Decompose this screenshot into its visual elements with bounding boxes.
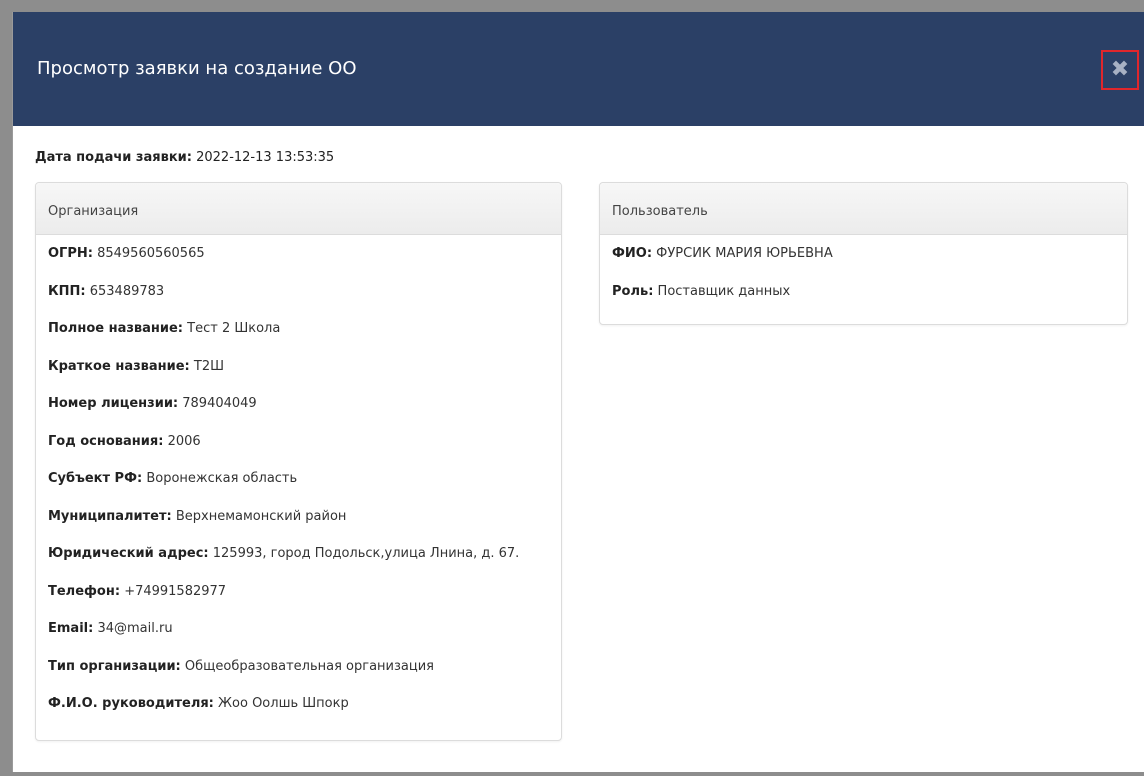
field-label: Юридический адрес: <box>48 546 209 561</box>
field-user-fullname: ФИО: ФУРСИК МАРИЯ ЮРЬЕВНА <box>612 245 1115 283</box>
field-org-type: Тип организации: Общеобразовательная орг… <box>48 658 549 696</box>
submission-date-value: 2022-12-13 13:53:35 <box>196 150 335 165</box>
field-value: 125993, город Подольск,улица Лнина, д. 6… <box>212 546 520 561</box>
field-label: ФИО: <box>612 246 653 261</box>
field-value: Жоо Оолшь Шпокр <box>218 696 349 711</box>
field-value: Общеобразовательная организация <box>184 658 434 674</box>
field-label: Номер лицензии: <box>48 396 179 411</box>
field-municipality: Муниципалитет: Верхнемамонский район <box>48 508 549 546</box>
modal-title: Просмотр заявки на создание ОО <box>37 58 357 79</box>
field-value: 653489783 <box>89 283 165 299</box>
field-label: ОГРН: <box>48 246 93 261</box>
field-value: Воронежская область <box>146 471 298 486</box>
modal-header: Просмотр заявки на создание ОО ✖ <box>13 12 1144 126</box>
field-label: Тип организации: <box>48 658 181 674</box>
close-button[interactable]: ✖ <box>1101 50 1139 90</box>
field-label: Муниципалитет: <box>48 508 172 524</box>
close-icon: ✖ <box>1110 57 1130 82</box>
organization-panel-heading: Организация <box>36 183 561 235</box>
field-value: Верхнемамонский район <box>175 508 347 524</box>
field-label: Полное название: <box>48 321 184 336</box>
field-label: Год основания: <box>48 433 164 449</box>
field-value: Поставщик данных <box>657 283 791 299</box>
field-phone: Телефон: +74991582977 <box>48 583 549 621</box>
field-value: 8549560560565 <box>97 246 205 261</box>
field-value: 789404049 <box>182 396 257 411</box>
field-label: Телефон: <box>48 583 121 599</box>
field-value: 2006 <box>167 433 201 449</box>
field-full-name: Полное название: Тест 2 Школа <box>48 320 549 358</box>
field-region: Субъект РФ: Воронежская область <box>48 470 549 508</box>
organization-panel: Организация ОГРН: 8549560560565 КПП: 653… <box>35 182 562 741</box>
field-founding-year: Год основания: 2006 <box>48 433 549 471</box>
field-value: +74991582977 <box>124 583 227 599</box>
field-license-number: Номер лицензии: 789404049 <box>48 395 549 433</box>
submission-date-label: Дата подачи заявки: <box>35 150 192 165</box>
organization-panel-body: ОГРН: 8549560560565 КПП: 653489783 Полно… <box>36 235 561 733</box>
field-label: Субъект РФ: <box>48 471 143 486</box>
user-panel-body: ФИО: ФУРСИК МАРИЯ ЮРЬЕВНА Роль: Поставщи… <box>600 235 1127 320</box>
field-label: Email: <box>48 621 94 636</box>
field-value: Тест 2 Школа <box>187 321 281 336</box>
field-email: Email: 34@mail.ru <box>48 620 549 658</box>
user-panel: Пользователь ФИО: ФУРСИК МАРИЯ ЮРЬЕВНА Р… <box>599 182 1128 325</box>
field-legal-address: Юридический адрес: 125993, город Подольс… <box>48 545 549 583</box>
field-director-name: Ф.И.О. руководителя: Жоо Оолшь Шпокр <box>48 695 549 733</box>
field-value: 34@mail.ru <box>97 621 173 636</box>
field-label: КПП: <box>48 283 86 299</box>
submission-date: Дата подачи заявки: 2022-12-13 13:53:35 <box>35 150 334 165</box>
field-label: Краткое название: <box>48 358 190 374</box>
field-value: ФУРСИК МАРИЯ ЮРЬЕВНА <box>656 246 833 261</box>
user-panel-heading: Пользователь <box>600 183 1127 235</box>
request-view-modal: Просмотр заявки на создание ОО ✖ Дата по… <box>12 12 1144 772</box>
field-kpp: КПП: 653489783 <box>48 283 549 321</box>
field-value: Т2Ш <box>193 358 225 374</box>
field-label: Роль: <box>612 283 654 299</box>
field-label: Ф.И.О. руководителя: <box>48 696 214 711</box>
field-ogrn: ОГРН: 8549560560565 <box>48 245 549 283</box>
field-short-name: Краткое название: Т2Ш <box>48 358 549 396</box>
field-user-role: Роль: Поставщик данных <box>612 283 1115 321</box>
